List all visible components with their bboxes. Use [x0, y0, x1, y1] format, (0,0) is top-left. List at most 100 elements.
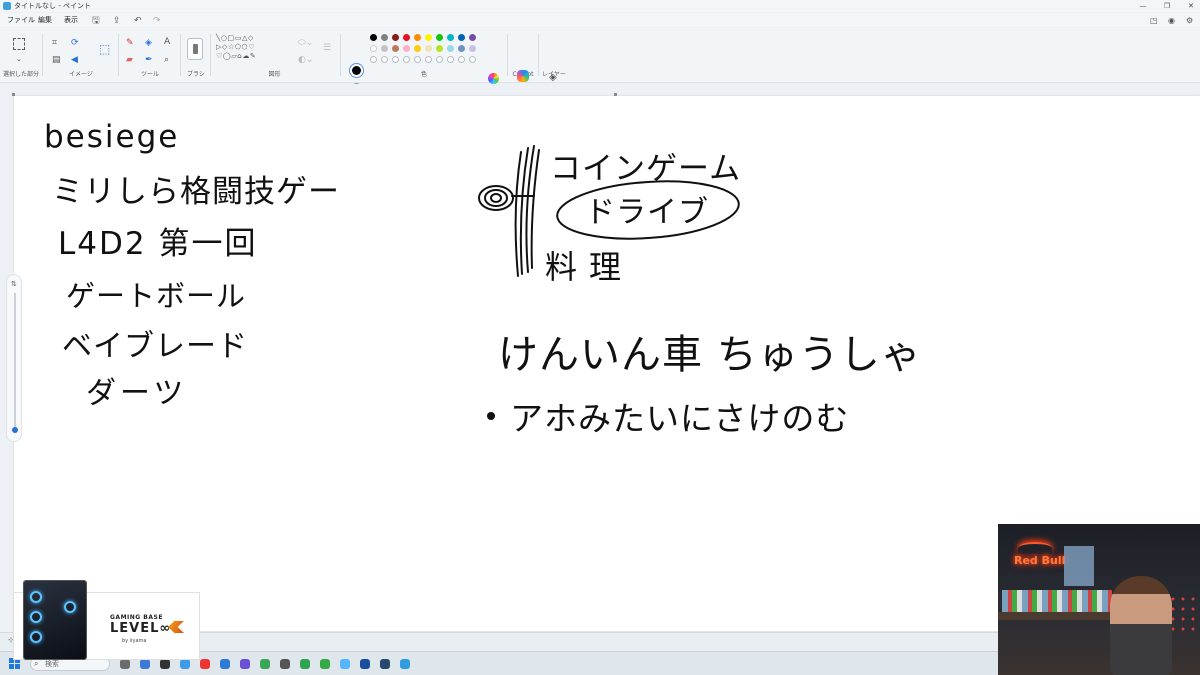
divider	[340, 34, 341, 76]
taskbar-app-icon[interactable]	[140, 659, 150, 669]
custom-color-slot[interactable]	[370, 56, 377, 63]
color-swatch[interactable]	[447, 34, 454, 41]
custom-color-slot[interactable]	[392, 56, 399, 63]
taskbar-app-icon[interactable]	[400, 659, 410, 669]
custom-color-slot[interactable]	[425, 56, 432, 63]
zoom-thumb[interactable]	[12, 427, 18, 433]
custom-color-slot[interactable]	[447, 56, 454, 63]
shape-size-icon[interactable]: ☰	[323, 43, 331, 53]
shape-outline-icon[interactable]: ⬭⌄	[298, 38, 313, 48]
taskbar-app-icon[interactable]	[160, 659, 170, 669]
maximize-icon[interactable]: ❐	[1160, 0, 1174, 12]
shape-fill-icon[interactable]: ◐⌄	[298, 55, 313, 65]
taskbar-app-icon[interactable]	[300, 659, 310, 669]
flip-icon[interactable]: ◀	[71, 55, 78, 65]
color-picker-icon[interactable]: ✒	[145, 55, 153, 65]
color-swatch[interactable]	[458, 45, 465, 52]
ribbon-toolbar: ⌄ 選択した部分 ⌗ ⟳ ▤ ◀ ⬚ イメージ ✎ ◈ A ▰ ✒ ⌕ ツール …	[0, 28, 1200, 94]
divider	[42, 34, 43, 76]
sponsor-line3: by iiyama	[122, 638, 147, 644]
color-swatch[interactable]	[469, 34, 476, 41]
custom-color-slot[interactable]	[414, 56, 421, 63]
eraser-icon[interactable]: ▰	[126, 55, 133, 65]
color-swatch[interactable]	[381, 45, 388, 52]
zoom-icon: ⇅	[11, 280, 17, 288]
color-swatch[interactable]	[425, 45, 432, 52]
neon-bull-sign	[1018, 542, 1052, 554]
resize-icon[interactable]: ▤	[52, 55, 61, 65]
color-swatch[interactable]	[403, 34, 410, 41]
menu-edit[interactable]: 編集	[38, 13, 52, 27]
divider	[210, 34, 211, 76]
paint-app-icon	[3, 2, 11, 10]
magnifier-icon[interactable]: ⌕	[164, 55, 169, 65]
selection-dropdown-icon[interactable]: ⌄	[16, 54, 22, 64]
custom-color-slot[interactable]	[403, 56, 410, 63]
custom-color-slot[interactable]	[436, 56, 443, 63]
color-swatch[interactable]	[403, 45, 410, 52]
canvas-resize-handle[interactable]	[12, 93, 15, 96]
save-icon[interactable]: 🖫	[92, 14, 100, 28]
layers-icon[interactable]: ◈	[549, 72, 557, 83]
share-icon[interactable]: ⇪	[113, 14, 121, 28]
taskbar-app-icon[interactable]	[380, 659, 390, 669]
title-bar: タイトルなし - ペイント — ❐ ✕	[0, 0, 1200, 12]
color-swatch[interactable]	[381, 34, 388, 41]
zoom-slider[interactable]: ⇅	[6, 274, 22, 442]
taskbar-app-icon[interactable]	[180, 659, 190, 669]
color-swatch[interactable]	[436, 34, 443, 41]
color-swatch[interactable]	[447, 45, 454, 52]
color-swatch[interactable]	[436, 45, 443, 52]
rotate-icon[interactable]: ⟳	[71, 38, 79, 48]
taskbar-app-icon[interactable]	[240, 659, 250, 669]
taskbar-app-icon[interactable]	[220, 659, 230, 669]
taskbar-app-icon[interactable]	[340, 659, 350, 669]
color-swatch[interactable]	[392, 34, 399, 41]
taskbar-app-icon[interactable]	[280, 659, 290, 669]
minimize-icon[interactable]: —	[1136, 0, 1150, 12]
account-icon[interactable]: ◉	[1168, 14, 1175, 28]
color-swatch[interactable]	[370, 34, 377, 41]
undo-icon[interactable]: ↶	[134, 14, 142, 28]
text-icon[interactable]: A	[164, 37, 170, 47]
pencil-icon[interactable]: ✎	[126, 38, 134, 48]
taskbar-app-icon[interactable]	[120, 659, 130, 669]
custom-color-slot[interactable]	[381, 56, 388, 63]
redo-icon[interactable]: ↷	[153, 14, 161, 28]
window-title: タイトルなし - ペイント	[14, 2, 91, 10]
menu-file[interactable]: ファイル	[7, 13, 35, 27]
custom-color-slot[interactable]	[469, 56, 476, 63]
brush-icon[interactable]	[187, 38, 203, 60]
divider	[507, 34, 508, 76]
color-swatch[interactable]	[469, 45, 476, 52]
selection-icon[interactable]	[13, 38, 25, 50]
taskbar-app-icon[interactable]	[360, 659, 370, 669]
image-select-icon[interactable]: ⬚	[99, 43, 110, 55]
crop-icon[interactable]: ⌗	[52, 38, 57, 48]
group-image: ⌗ ⟳ ▤ ◀ ⬚ イメージ	[44, 28, 118, 83]
color-swatch[interactable]	[414, 45, 421, 52]
close-icon[interactable]: ✕	[1184, 0, 1198, 12]
canvas-resize-handle[interactable]	[614, 93, 617, 96]
color-swatch[interactable]	[414, 34, 421, 41]
copilot-icon[interactable]	[517, 70, 529, 82]
shapes-gallery[interactable]: ╲○□▭△◇ ▷◇☆⬠⬡♡ ♡◯▱⌂☁✎	[216, 34, 290, 61]
fill-icon[interactable]: ◈	[145, 38, 152, 48]
custom-color-slot[interactable]	[458, 56, 465, 63]
settings-gear-icon[interactable]: ⚙	[1186, 14, 1193, 28]
color-swatch[interactable]	[458, 34, 465, 41]
color-swatch[interactable]	[370, 45, 377, 52]
taskbar-app-icon[interactable]	[260, 659, 270, 669]
edit-colors-icon[interactable]	[488, 73, 499, 84]
color-swatch[interactable]	[392, 45, 399, 52]
comment-icon[interactable]: ◳	[1150, 14, 1158, 28]
pc-fan	[64, 601, 76, 613]
color-swatch[interactable]	[425, 34, 432, 41]
taskbar-app-icon[interactable]	[200, 659, 210, 669]
background-window	[1064, 546, 1094, 586]
current-color-swatch[interactable]	[350, 64, 363, 77]
menu-view[interactable]: 表示	[64, 13, 78, 27]
group-shapes: ╲○□▭△◇ ▷◇☆⬠⬡♡ ♡◯▱⌂☁✎ ⬭⌄ ◐⌄ ☰ 図形	[212, 28, 337, 83]
group-label-colors: 色	[420, 71, 427, 78]
taskbar-app-icon[interactable]	[320, 659, 330, 669]
